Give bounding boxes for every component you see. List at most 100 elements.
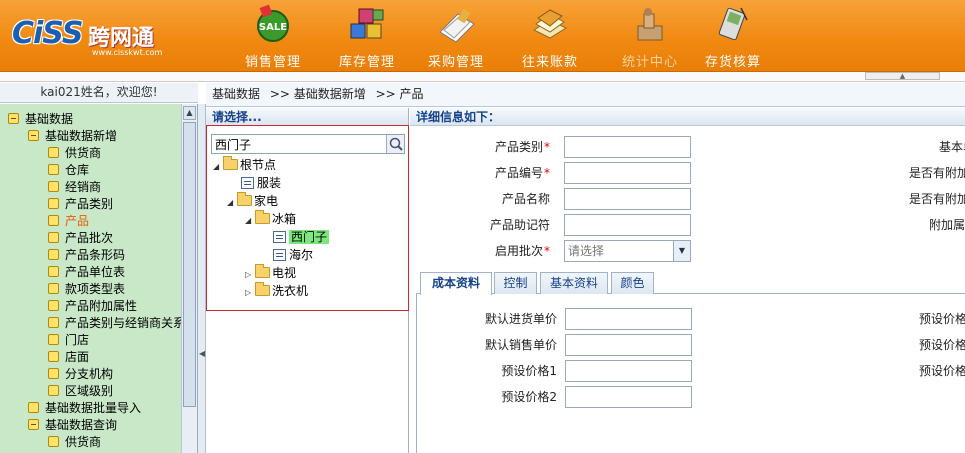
- product-code-input[interactable]: [564, 162, 691, 184]
- tab-content-cost: 默认进货单价 默认销售单价 预设价格1 预设价格2 预设价格 预设价格 预设价格: [416, 294, 965, 453]
- logo-text: CiSS: [12, 16, 83, 51]
- page-icon: [48, 300, 59, 311]
- page-icon: [48, 198, 59, 209]
- sidebar-item-product-batch[interactable]: 产品批次: [48, 230, 113, 247]
- field-label-mnemonic: 产品助记符: [489, 218, 550, 232]
- field-label-product-category: 产品类别*: [494, 140, 550, 154]
- product-category-input[interactable]: [564, 136, 691, 158]
- tree-node-label: 冰箱: [272, 212, 297, 226]
- nav-costing[interactable]: 存货核算: [693, 0, 773, 72]
- logo-url: www.cisskwt.com: [92, 48, 163, 57]
- tree-node-siemens[interactable]: 西门子: [273, 228, 330, 246]
- page-icon: [48, 249, 59, 260]
- expanded-arrow-icon[interactable]: ◢: [213, 158, 223, 176]
- collapse-icon[interactable]: [28, 130, 39, 141]
- field-label-preset-price-4: 预设价格: [918, 338, 965, 352]
- collapse-icon[interactable]: [28, 419, 39, 430]
- nav-accounts[interactable]: 往来账款: [510, 0, 590, 72]
- sidebar-item-basic-add[interactable]: 基础数据新增: [28, 128, 117, 145]
- picker-search-input[interactable]: [212, 135, 386, 153]
- nav-stats[interactable]: 统计中心: [610, 0, 690, 72]
- field-label-preset-price-2: 预设价格2: [501, 390, 557, 404]
- field-label-enable-batch: 启用批次*: [494, 244, 550, 258]
- tab-control[interactable]: 控制: [494, 272, 537, 294]
- sidebar-item-store[interactable]: 门店: [48, 332, 89, 349]
- sidebar-item-extra-attr[interactable]: 产品附加属性: [48, 298, 137, 315]
- scroll-thumb[interactable]: [183, 122, 196, 407]
- sidebar-item-branch[interactable]: 分支机构: [48, 366, 113, 383]
- welcome-text: kai021姓名，欢迎您!: [0, 83, 198, 103]
- sidebar-item-query-supplier[interactable]: 供货商: [48, 434, 101, 451]
- sidebar-item-label: 店面: [65, 350, 90, 364]
- sidebar-item-batch-import[interactable]: 基础数据批量导入: [28, 400, 141, 417]
- field-label-has-extra-attr: 是否有附加属性: [908, 166, 965, 180]
- nav-inventory[interactable]: 库存管理: [327, 0, 407, 72]
- sidebar-item-barcode[interactable]: 产品条形码: [48, 247, 125, 264]
- tree-node-clothing[interactable]: 服装: [241, 174, 281, 192]
- sidebar-scrollbar[interactable]: ▲: [181, 104, 197, 453]
- sidebar-item-label: 区域级别: [65, 384, 114, 398]
- preset-price-2-input[interactable]: [565, 386, 692, 408]
- collapse-header-toggle[interactable]: ▲: [865, 72, 940, 80]
- pda-icon: [718, 7, 748, 41]
- sidebar-item-region-level[interactable]: 区域级别: [48, 383, 113, 400]
- sidebar-item-label: 门店: [65, 333, 90, 347]
- nav-sales[interactable]: SALE 销售管理: [233, 0, 313, 72]
- page-icon: [48, 266, 59, 277]
- collapse-left-icon[interactable]: ◀: [199, 349, 205, 358]
- sidebar-item-supplier[interactable]: 供货商: [48, 145, 101, 162]
- leaf-icon: [273, 231, 286, 243]
- expanded-arrow-icon[interactable]: ◢: [245, 212, 255, 230]
- default-sale-price-input[interactable]: [565, 334, 692, 356]
- folder-open-icon: [237, 192, 252, 206]
- tree-node-root[interactable]: ◢ 根节点: [213, 156, 276, 174]
- page-icon: [28, 402, 39, 413]
- folder-open-icon: [255, 210, 270, 224]
- tree-node-appliance[interactable]: ◢ 家电: [227, 192, 278, 210]
- tab-color[interactable]: 颜色: [611, 272, 654, 294]
- sidebar-item-basic-query[interactable]: 基础数据查询: [28, 417, 117, 434]
- collapsed-arrow-icon[interactable]: ▷: [245, 284, 255, 302]
- sidebar: 基础数据 基础数据新增 供货商 仓库 经销商 产品类别 产品 产品批次 产品条形…: [0, 104, 198, 453]
- tree-node-tv[interactable]: ▷ 电视: [245, 264, 296, 282]
- chevron-down-icon[interactable]: ▼: [673, 241, 690, 261]
- field-label-base-unit: 基本单位: [938, 140, 965, 154]
- breadcrumb-item[interactable]: >> 基础数据新增: [270, 87, 366, 101]
- tree-node-fridge[interactable]: ◢ 冰箱: [245, 210, 296, 228]
- sidebar-item-basic-data[interactable]: 基础数据: [8, 111, 73, 128]
- nav-label: 采购管理: [427, 55, 484, 70]
- sidebar-item-category-dealer[interactable]: 产品类别与经销商关系: [48, 315, 181, 332]
- breadcrumb: 基础数据 >> 基础数据新增 >> 产品: [206, 83, 965, 107]
- tab-cost[interactable]: 成本资料: [420, 272, 492, 295]
- sidebar-item-unit-table[interactable]: 产品单位表: [48, 264, 125, 281]
- sidebar-splitter[interactable]: ◀: [198, 104, 206, 453]
- sidebar-item-product[interactable]: 产品: [48, 213, 89, 230]
- enable-batch-select[interactable]: 请选择 ▼: [564, 240, 691, 262]
- select-value: 请选择: [568, 244, 605, 258]
- nav-purchase[interactable]: 采购管理: [416, 0, 496, 72]
- category-picker-panel: 请选择... ◢ 根节点 服装 ◢ 家电 ◢ 冰箱 西门子 海尔 ▷电视 ▷ 洗衣机: [206, 108, 409, 453]
- page-icon: [48, 147, 59, 158]
- sidebar-item-label: 产品类别与经销商关系: [65, 316, 181, 330]
- sidebar-item-dealer[interactable]: 经销商: [48, 179, 101, 196]
- sidebar-item-warehouse[interactable]: 仓库: [48, 162, 89, 179]
- product-name-input[interactable]: [564, 188, 691, 210]
- search-icon[interactable]: [386, 135, 404, 153]
- default-purchase-price-input[interactable]: [565, 308, 692, 330]
- breadcrumb-item[interactable]: 基础数据: [212, 87, 260, 101]
- preset-price-1-input[interactable]: [565, 360, 692, 382]
- field-label-product-name: 产品名称: [501, 192, 550, 206]
- tree-node-haier[interactable]: 海尔: [273, 246, 313, 264]
- expanded-arrow-icon[interactable]: ◢: [227, 194, 237, 212]
- scroll-up-icon[interactable]: ▲: [183, 106, 196, 120]
- sidebar-item-label: 产品: [65, 214, 90, 228]
- tree-node-washer[interactable]: ▷ 洗衣机: [245, 282, 308, 300]
- collapse-icon[interactable]: [8, 113, 19, 124]
- sidebar-item-label: 供货商: [65, 146, 102, 160]
- sidebar-item-shopfront[interactable]: 店面: [48, 349, 89, 366]
- tab-basic[interactable]: 基本资料: [540, 272, 608, 294]
- sidebar-item-payment-type[interactable]: 款项类型表: [48, 281, 125, 298]
- mnemonic-input[interactable]: [564, 214, 691, 236]
- sidebar-item-product-category[interactable]: 产品类别: [48, 196, 113, 213]
- sidebar-item-label: 基础数据查询: [45, 418, 118, 432]
